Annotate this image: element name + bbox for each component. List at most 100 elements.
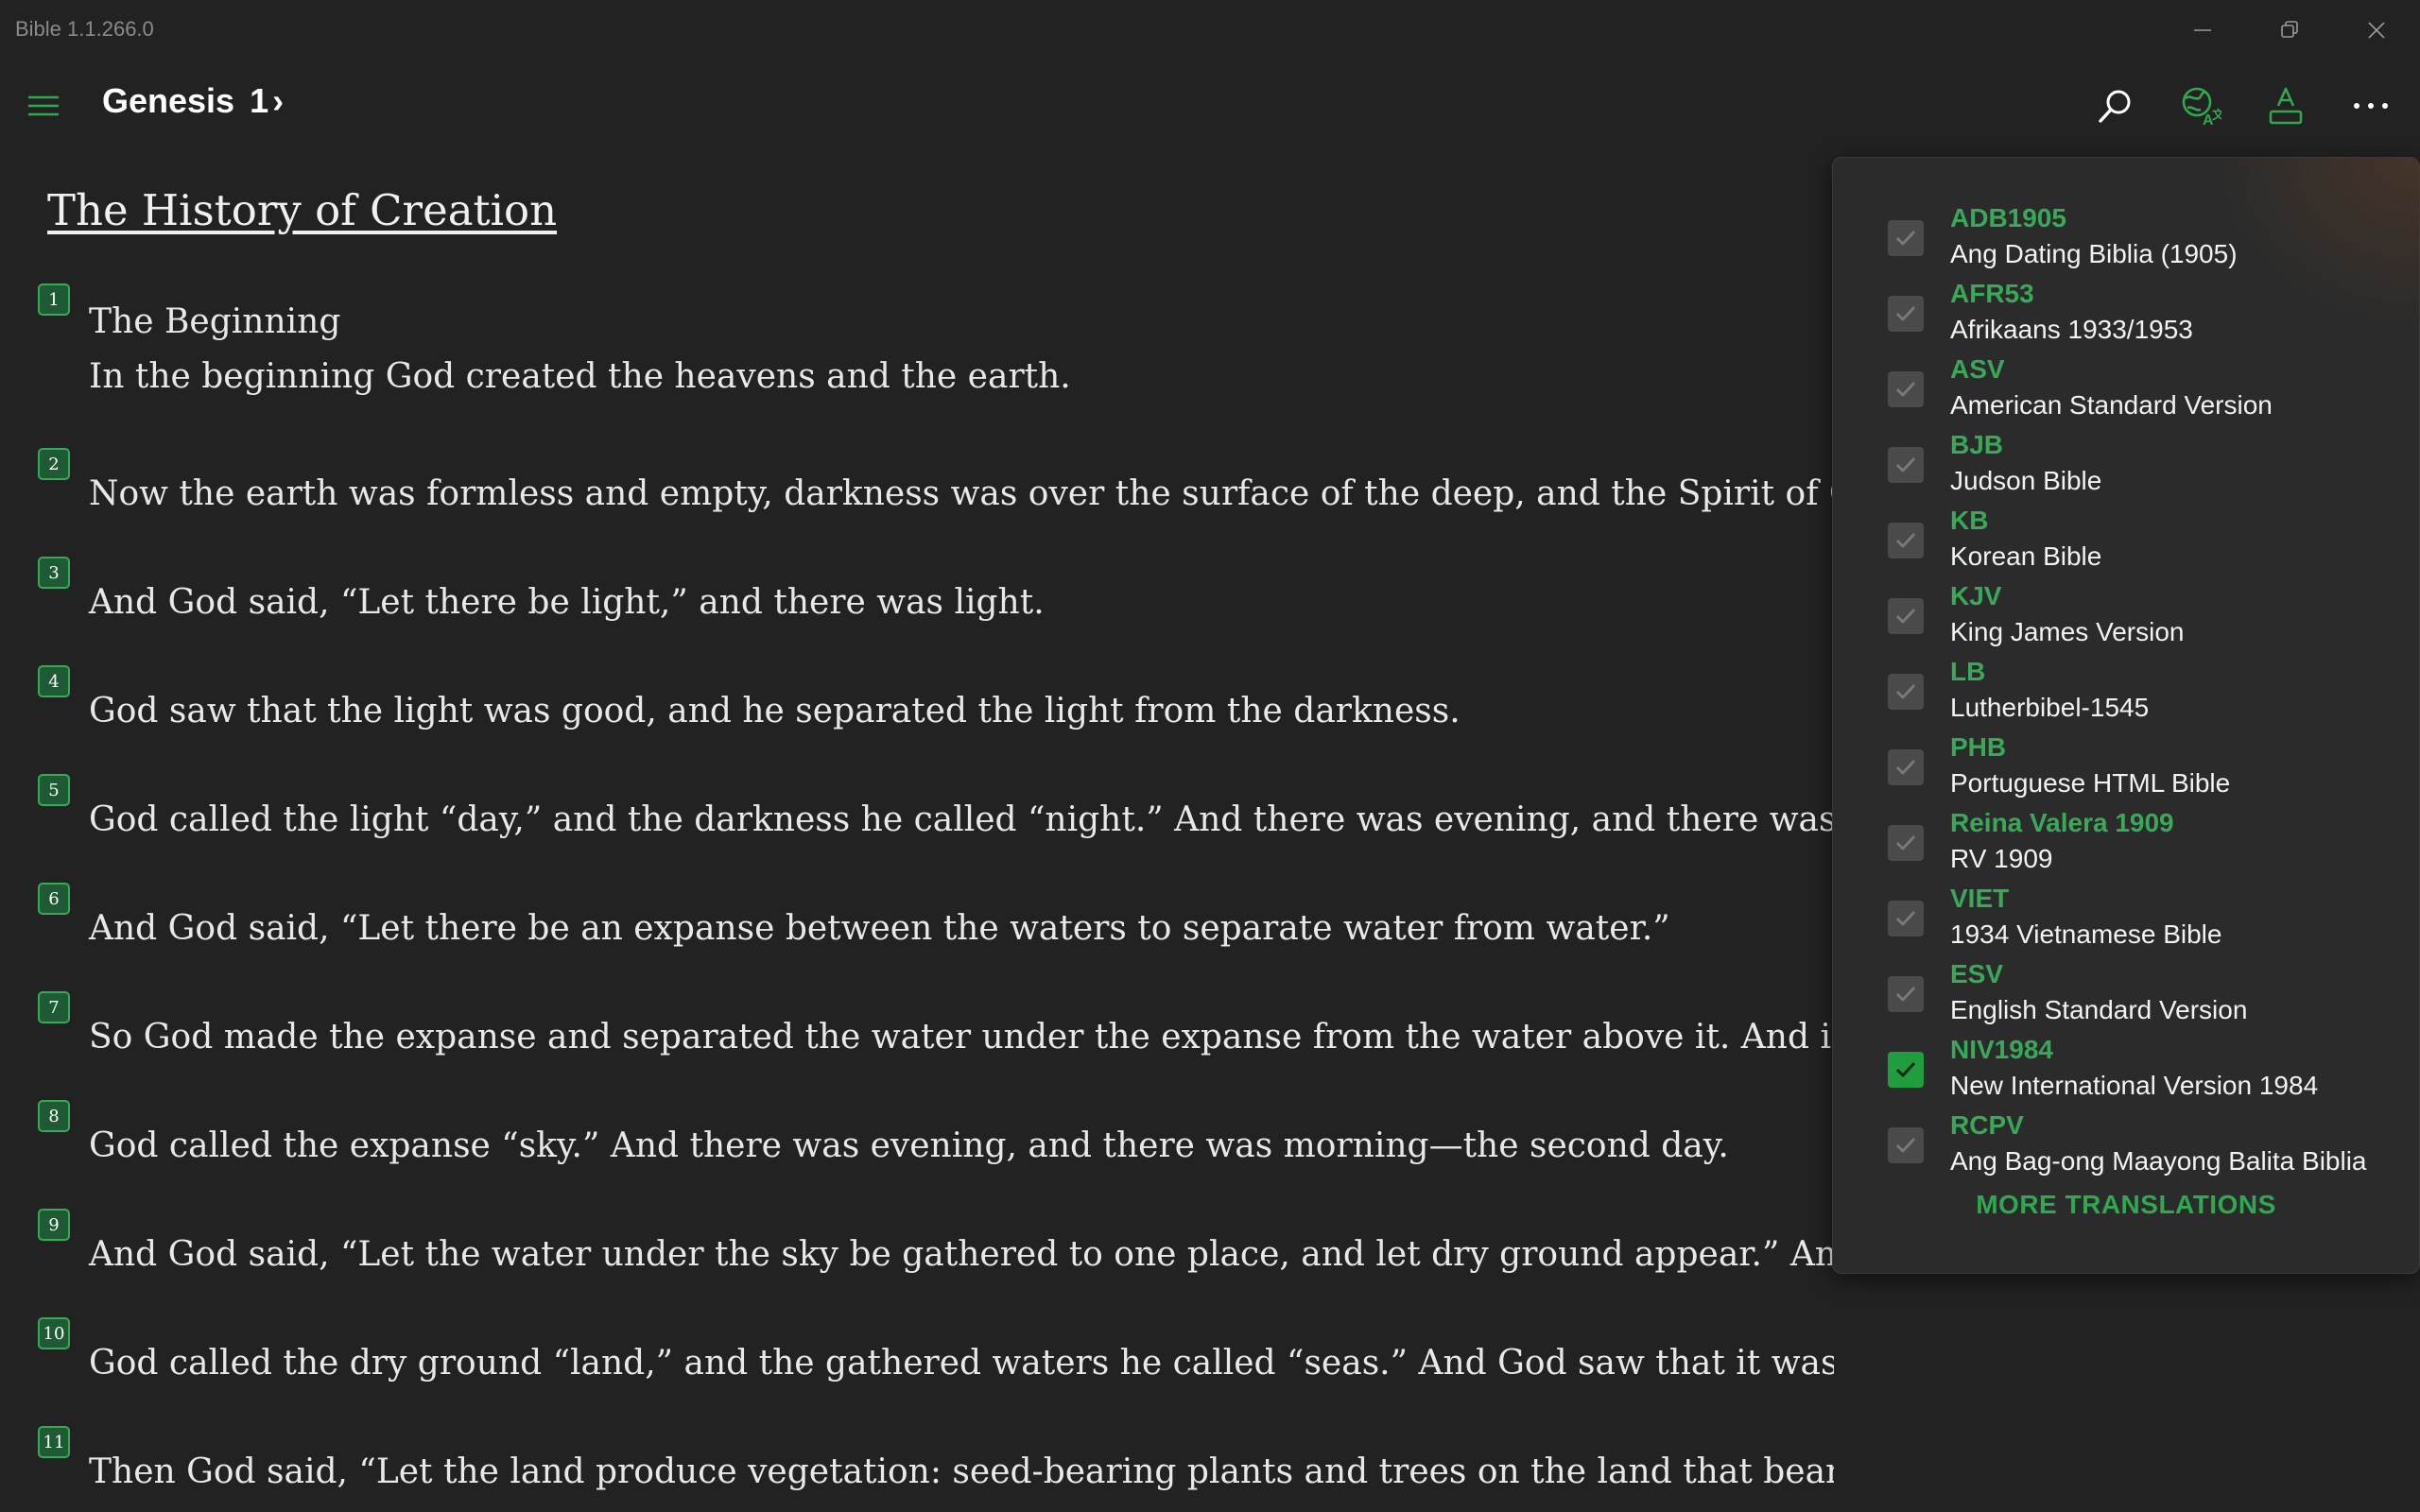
font-size-icon — [2269, 87, 2303, 125]
chevron-right-icon: › — [272, 81, 285, 120]
translation-checkbox[interactable] — [1888, 1127, 1924, 1163]
translation-checkbox[interactable] — [1888, 447, 1924, 483]
translation-checkbox-checked[interactable] — [1888, 1052, 1924, 1088]
translation-item-phb[interactable]: PHB Portuguese HTML Bible — [1888, 732, 2398, 808]
checkmark-icon — [1896, 684, 1916, 700]
verse-number-badge[interactable]: 8 — [38, 1100, 70, 1132]
checkmark-icon — [1896, 760, 1916, 776]
translation-item-viet[interactable]: VIET 1934 Vietnamese Bible — [1888, 884, 2398, 959]
section-title: The History of Creation — [47, 185, 558, 235]
translation-code: RCPV — [1950, 1110, 2024, 1140]
verse-number-badge[interactable]: 9 — [38, 1209, 70, 1241]
translation-checkbox[interactable] — [1888, 220, 1924, 256]
translation-item-reina-valera-1909[interactable]: Reina Valera 1909 RV 1909 — [1888, 808, 2398, 884]
verse-heading: The Beginning — [89, 302, 341, 341]
more-icon — [2354, 103, 2388, 109]
translation-item-bjb[interactable]: BJB Judson Bible — [1888, 430, 2398, 506]
translation-checkbox[interactable] — [1888, 371, 1924, 407]
chapter-number: 1 — [250, 81, 269, 120]
checkmark-icon — [1896, 382, 1916, 398]
book-chapter-selector[interactable]: Genesis 1 › — [102, 81, 284, 121]
verse-text: Now the earth was formless and empty, da… — [89, 474, 1834, 513]
verse-text: God saw that the light was good, and he … — [89, 692, 1461, 730]
verse-text: In the beginning God created the heavens… — [89, 357, 1071, 396]
translation-code: KJV — [1950, 581, 2002, 610]
translation-item-asv[interactable]: ASV American Standard Version — [1888, 354, 2398, 430]
translation-name: Afrikaans 1933/1953 — [1950, 315, 2193, 344]
translation-checkbox[interactable] — [1888, 598, 1924, 634]
checkmark-icon — [1896, 911, 1916, 927]
translation-name: Ang Bag-ong Maayong Balita Biblia — [1950, 1146, 2367, 1176]
checkmark-icon — [1896, 987, 1916, 1003]
translation-name: Lutherbibel-1545 — [1950, 693, 2150, 722]
translation-code: Reina Valera 1909 — [1950, 808, 2174, 837]
translation-item-kb[interactable]: KB Korean Bible — [1888, 506, 2398, 581]
more-translations-button[interactable]: MORE TRANSLATIONS — [1833, 1190, 2419, 1220]
restore-button[interactable] — [2246, 0, 2333, 60]
translation-checkbox[interactable] — [1888, 674, 1924, 710]
translation-name: American Standard Version — [1950, 390, 2273, 420]
chapter-selector[interactable]: 1 › — [250, 81, 284, 121]
translation-code: ESV — [1950, 959, 2004, 988]
translation-name: 1934 Vietnamese Bible — [1950, 919, 2222, 949]
verse-text: Then God said, “Let the land produce veg… — [89, 1452, 1834, 1491]
verse-number-badge[interactable]: 10 — [38, 1317, 70, 1349]
checkmark-icon — [1896, 1138, 1916, 1154]
search-button[interactable] — [2085, 76, 2146, 136]
verse-text: God called the expanse “sky.” And there … — [89, 1126, 1729, 1165]
checkmark-icon — [1895, 1061, 1916, 1078]
verse-text: And God said, “Let there be light,” and … — [89, 583, 1045, 622]
translation-item-adb1905[interactable]: ADB1905 Ang Dating Biblia (1905) — [1888, 203, 2398, 279]
translation-checkbox[interactable] — [1888, 825, 1924, 861]
translations-button[interactable]: A 文 — [2170, 76, 2231, 136]
translation-checkbox[interactable] — [1888, 749, 1924, 785]
translation-code: AFR53 — [1950, 279, 2034, 308]
verse-number-badge[interactable]: 7 — [38, 991, 70, 1023]
verse-number-badge[interactable]: 6 — [38, 883, 70, 915]
translation-name: English Standard Version — [1950, 995, 2248, 1024]
translation-item-niv1984[interactable]: NIV1984 New International Version 1984 — [1888, 1035, 2398, 1110]
translation-item-kjv[interactable]: KJV King James Version — [1888, 581, 2398, 657]
translation-code: PHB — [1950, 732, 2007, 762]
translation-checkbox[interactable] — [1888, 296, 1924, 332]
translation-checkbox[interactable] — [1888, 976, 1924, 1012]
translation-name: Ang Dating Biblia (1905) — [1950, 239, 2238, 268]
app-title: Bible 1.1.266.0 — [15, 17, 154, 41]
verse-number-badge[interactable]: 1 — [38, 284, 70, 316]
translation-name: Portuguese HTML Bible — [1950, 768, 2231, 798]
title-bar: Bible 1.1.266.0 — [0, 0, 2420, 60]
verse-text: And God said, “Let the water under the s… — [89, 1235, 1834, 1274]
translation-name: RV 1909 — [1950, 844, 2053, 873]
translations-popup: ADB1905 Ang Dating Biblia (1905) AFR53 A… — [1832, 157, 2420, 1274]
verse-number-badge[interactable]: 4 — [38, 665, 70, 697]
verse-text: So God made the expanse and separated th… — [89, 1018, 1834, 1057]
checkmark-icon — [1896, 835, 1916, 851]
verse-text: God called the dry ground “land,” and th… — [89, 1344, 1834, 1383]
verse-number-badge[interactable]: 5 — [38, 774, 70, 806]
translation-name: New International Version 1984 — [1950, 1071, 2319, 1100]
translation-item-lb[interactable]: LB Lutherbibel-1545 — [1888, 657, 2398, 732]
translation-item-afr53[interactable]: AFR53 Afrikaans 1933/1953 — [1888, 279, 2398, 354]
translation-code: ADB1905 — [1950, 203, 2066, 232]
verse-number-badge[interactable]: 11 — [38, 1426, 70, 1458]
translation-code: VIET — [1950, 884, 2010, 913]
hamburger-menu-button[interactable] — [17, 79, 70, 132]
checkmark-icon — [1896, 533, 1916, 549]
close-button[interactable] — [2333, 0, 2420, 60]
translation-item-esv[interactable]: ESV English Standard Version — [1888, 959, 2398, 1035]
verse-number-badge[interactable]: 2 — [38, 448, 70, 480]
minimize-button[interactable] — [2159, 0, 2246, 60]
translation-name: King James Version — [1950, 617, 2185, 646]
translation-checkbox[interactable] — [1888, 523, 1924, 558]
verse-number-badge[interactable]: 3 — [38, 557, 70, 589]
translation-checkbox[interactable] — [1888, 901, 1924, 936]
checkmark-icon — [1896, 306, 1916, 322]
more-options-button[interactable] — [2341, 76, 2401, 136]
translation-item-rcpv[interactable]: RCPV Ang Bag-ong Maayong Balita Biblia — [1888, 1110, 2398, 1186]
translation-code: LB — [1950, 657, 1986, 686]
verse-text: And God said, “Let there be an expanse b… — [89, 909, 1670, 948]
translation-code: NIV1984 — [1950, 1035, 2053, 1064]
translation-code: KB — [1950, 506, 1989, 535]
font-size-button[interactable] — [2256, 76, 2316, 136]
checkmark-icon — [1896, 231, 1916, 247]
